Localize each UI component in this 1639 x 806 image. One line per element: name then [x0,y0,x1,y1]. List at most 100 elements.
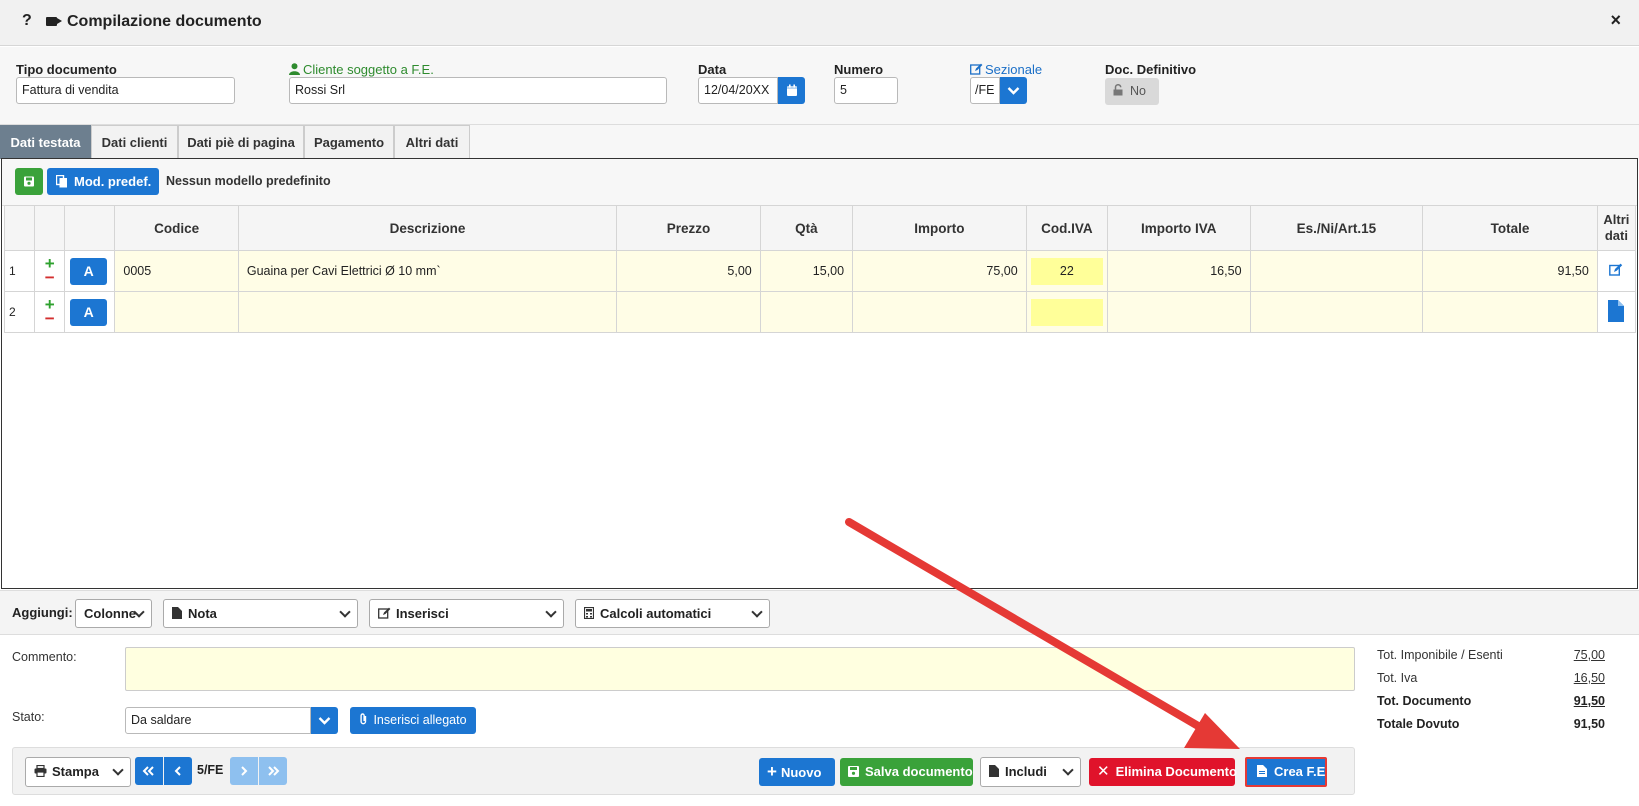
salva-documento-button[interactable]: Salva documento [840,758,973,786]
nota-select[interactable]: Nota [163,599,358,628]
col-codice: Codice [114,205,239,251]
floppy-disk-icon [24,176,34,187]
tab-bar: Dati testata Dati clienti Dati piè di pa… [0,125,1639,159]
cell-codice[interactable] [114,291,239,333]
cliente-field[interactable]: Rossi Srl [289,77,667,104]
cod-iva-value[interactable]: 22 [1030,257,1103,285]
nuovo-button[interactable]: + Nuovo [759,758,835,786]
tipo-documento-field[interactable]: Fattura di vendita [16,77,235,104]
nessun-modello-text: Nessun modello predefinito [166,174,331,188]
definitivo-toggle[interactable]: No [1105,78,1159,105]
cell-totale[interactable]: 91,50 [1422,250,1598,292]
inserisci-allegato-button[interactable]: Inserisci allegato [350,707,476,734]
imponibile-label: Tot. Imponibile / Esenti [1377,648,1503,662]
chevron-right-icon [241,766,248,776]
cell-altri-dati [1596,250,1637,292]
document-reference: 5/FE [197,763,224,777]
col-num [3,205,36,251]
cell-importo-iva[interactable] [1107,291,1251,333]
last-document-button[interactable] [259,757,287,785]
close-button[interactable]: × [1610,10,1621,31]
cell-importo[interactable]: 75,00 [852,250,1027,292]
save-model-button[interactable] [15,168,43,195]
edit-icon[interactable] [1609,263,1623,276]
bottom-action-bar: Stampa 5/FE + Nuovo Salva documento Inclu… [12,747,1355,795]
colonne-select[interactable]: Colonne [75,599,152,628]
cell-es-ni-art15[interactable] [1249,291,1424,333]
help-icon[interactable]: ? [22,12,32,30]
data-field[interactable]: 12/04/20XX [698,77,778,104]
stampa-select[interactable]: Stampa [25,757,131,787]
commento-label: Commento: [12,650,77,664]
double-chevron-right-icon [268,766,280,776]
stampa-label: Stampa [52,764,99,779]
cell-cod-iva[interactable] [1025,291,1109,333]
cell-prezzo[interactable] [616,291,761,333]
includi-select[interactable]: Includi [980,757,1081,787]
definitivo-value: No [1130,84,1146,98]
article-button[interactable]: A [70,257,108,285]
commento-field[interactable] [125,647,1355,691]
file-icon [172,607,182,619]
elimina-label: Elimina Documento [1115,764,1237,779]
cell-qta[interactable]: 15,00 [759,250,854,292]
chevron-left-icon [174,766,181,776]
sezionale-dropdown-button[interactable] [1000,77,1027,104]
iva-value: 16,50 [1573,671,1605,685]
calendar-button[interactable] [778,77,805,104]
remove-row-icon[interactable]: − [35,269,64,286]
cell-descrizione[interactable]: Guaina per Cavi Elettrici Ø 10 mm` [237,250,618,292]
first-document-button[interactable] [135,757,163,785]
col-totale: Totale [1422,205,1598,251]
col-descrizione: Descrizione [237,205,618,251]
stato-dropdown-button[interactable] [311,707,338,734]
tab-pagamento[interactable]: Pagamento [304,125,394,159]
chevron-down-icon [1062,764,1074,776]
col-es-ni-art15: Es./Ni/Art.15 [1249,205,1424,251]
cell-importo[interactable] [852,291,1027,333]
double-chevron-left-icon [142,766,154,776]
cell-codice[interactable]: 0005 [114,250,239,292]
stato-field[interactable]: Da saldare [125,707,311,734]
row-actions: + − [34,291,66,333]
cell-altri-dati [1596,291,1637,333]
col-article [64,205,116,251]
cod-iva-value[interactable] [1030,298,1103,326]
article-button[interactable]: A [70,298,108,326]
tab-dati-clienti[interactable]: Dati clienti [91,125,178,159]
colonne-label: Colonne [84,606,136,621]
aggiungi-label: Aggiungi: [12,605,73,620]
row-article-cell: A [64,250,116,292]
model-toolbar: Mod. predef. Nessun modello predefinito [2,159,1637,206]
cell-prezzo[interactable]: 5,00 [616,250,761,292]
calculator-icon [583,606,595,620]
remove-row-icon[interactable]: − [35,310,64,327]
crea-fe-button[interactable]: Crea F.E [1245,757,1327,787]
sezionale-label[interactable]: Sezionale [970,62,1042,77]
sezionale-field[interactable]: /FE [970,77,1000,104]
mod-predef-button[interactable]: Mod. predef. [47,168,159,195]
previous-document-button[interactable] [164,757,192,785]
tab-altri-dati[interactable]: Altri dati [394,125,470,159]
next-document-button[interactable] [230,757,258,785]
elimina-documento-button[interactable]: ✕ Elimina Documento [1089,758,1237,786]
video-camera-icon[interactable] [46,17,57,26]
cell-descrizione[interactable] [237,291,618,333]
inserisci-allegato-label: Inserisci allegato [373,713,467,727]
cell-cod-iva[interactable]: 22 [1025,250,1109,292]
file-icon [989,765,999,777]
numero-field[interactable]: 5 [834,77,898,104]
tab-dati-testata[interactable]: Dati testata [0,125,91,159]
cell-importo-iva[interactable]: 16,50 [1107,250,1251,292]
tab-dati-pie-di-pagina[interactable]: Dati piè di pagina [178,125,304,159]
cell-totale[interactable] [1422,291,1598,333]
calcoli-select[interactable]: Calcoli automatici [575,599,770,628]
cell-qta[interactable] [759,291,854,333]
col-actions [34,205,66,251]
file-icon[interactable] [1608,299,1625,322]
cell-es-ni-art15[interactable] [1249,250,1424,292]
window-title: Compilazione documento [67,13,262,30]
iva-label: Tot. Iva [1377,671,1418,685]
inserisci-select[interactable]: Inserisci [369,599,564,628]
col-cod-iva: Cod.IVA [1025,205,1109,251]
